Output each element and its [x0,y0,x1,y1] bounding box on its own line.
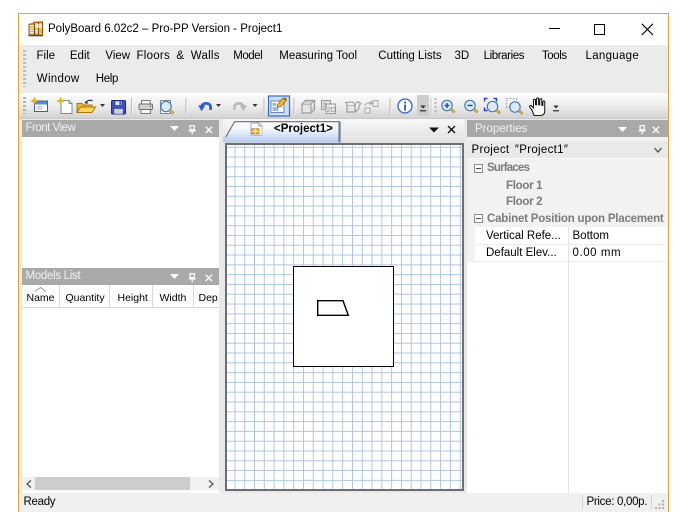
svg-text:2D: 2D [327,107,336,114]
